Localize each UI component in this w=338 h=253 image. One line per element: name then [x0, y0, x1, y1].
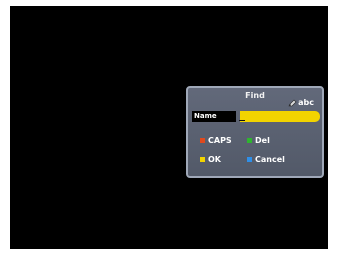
- find-dialog: Find abc Name CAPS Del OK Cancel: [186, 86, 324, 178]
- yellow-key-icon: [200, 156, 205, 162]
- ok-key[interactable]: OK: [200, 154, 221, 164]
- name-input[interactable]: [240, 111, 320, 122]
- green-key-icon: [247, 137, 252, 143]
- cancel-key-label: Cancel: [255, 154, 285, 164]
- caps-key[interactable]: CAPS: [200, 135, 232, 145]
- tv-screen: Find abc Name CAPS Del OK Cancel: [10, 6, 328, 249]
- red-key-icon: [200, 137, 205, 143]
- blue-key-icon: [247, 156, 252, 162]
- caps-key-label: CAPS: [208, 135, 232, 145]
- input-mode-indicator: abc: [288, 98, 314, 107]
- text-cursor: [239, 120, 245, 121]
- input-mode-label: abc: [298, 98, 314, 107]
- pencil-icon: [288, 99, 297, 106]
- name-label: Name: [192, 111, 236, 122]
- del-key[interactable]: Del: [247, 135, 270, 145]
- ok-key-label: OK: [208, 154, 221, 164]
- name-row: Name: [192, 111, 320, 122]
- del-key-label: Del: [255, 135, 270, 145]
- cancel-key[interactable]: Cancel: [247, 154, 285, 164]
